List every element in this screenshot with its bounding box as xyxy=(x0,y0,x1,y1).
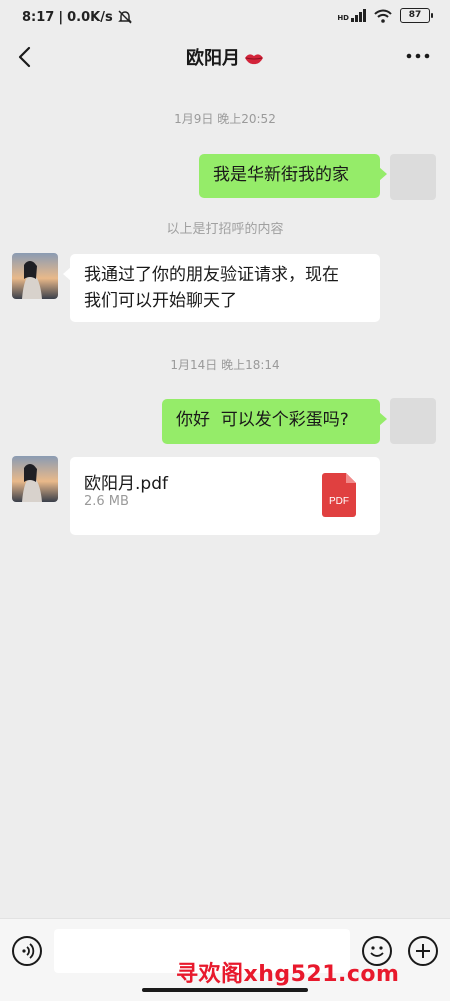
home-indicator[interactable] xyxy=(142,988,308,992)
my-avatar[interactable] xyxy=(390,398,436,444)
my-avatar[interactable] xyxy=(390,154,436,200)
message-text: 我是华新街我的家 xyxy=(213,165,349,185)
message-text: 你好 可以发个彩蛋吗? xyxy=(176,410,349,430)
file-size: 2.6 MB xyxy=(84,494,129,509)
lips-icon xyxy=(245,54,263,65)
file-message-card[interactable]: 欧阳月.pdf 2.6 MB PDF xyxy=(70,457,380,535)
message-text-line: 我们可以开始聊天了 xyxy=(84,291,237,311)
timestamp: 1月14日 晚上18:14 xyxy=(170,358,280,372)
message-bubble-sent[interactable]: 我是华新街我的家 xyxy=(199,154,387,198)
more-options-icon[interactable] xyxy=(404,46,432,66)
timestamp: 1月9日 晚上20:52 xyxy=(174,112,276,126)
contact-avatar[interactable] xyxy=(12,253,58,299)
svg-text:PDF: PDF xyxy=(329,496,349,507)
message-text-line: 我通过了你的朋友验证请求，现在 xyxy=(84,265,339,285)
voice-icon xyxy=(22,943,35,959)
file-name: 欧阳月.pdf xyxy=(84,474,168,494)
voice-input-button[interactable] xyxy=(12,936,42,966)
network-speed: 0.0K/s xyxy=(67,9,113,25)
contact-avatar[interactable] xyxy=(12,456,58,502)
message-bubble-received[interactable]: 我通过了你的朋友验证请求，现在 我们可以开始聊天了 xyxy=(63,254,380,322)
status-time: 8:17 xyxy=(22,9,55,25)
wifi-icon xyxy=(374,9,392,23)
signal-icon: HD xyxy=(337,9,366,22)
system-message: 以上是打招呼的内容 xyxy=(166,222,284,237)
watermark: 寻欢阁xhg521.com xyxy=(176,962,400,987)
status-bar: 8:17 | 0.0K/s HD 87 xyxy=(0,0,450,34)
message-bubble-sent[interactable]: 你好 可以发个彩蛋吗? xyxy=(162,399,387,444)
plus-icon xyxy=(416,944,430,958)
contact-name: 欧阳月 xyxy=(186,48,240,69)
pdf-file-icon: PDF xyxy=(322,473,356,517)
mute-bell-icon xyxy=(117,10,132,24)
battery-indicator: 87 xyxy=(400,8,433,23)
chat-header: 欧阳月 xyxy=(0,34,450,82)
chat-title: 欧阳月 xyxy=(0,44,450,70)
add-more-button[interactable] xyxy=(408,936,438,966)
